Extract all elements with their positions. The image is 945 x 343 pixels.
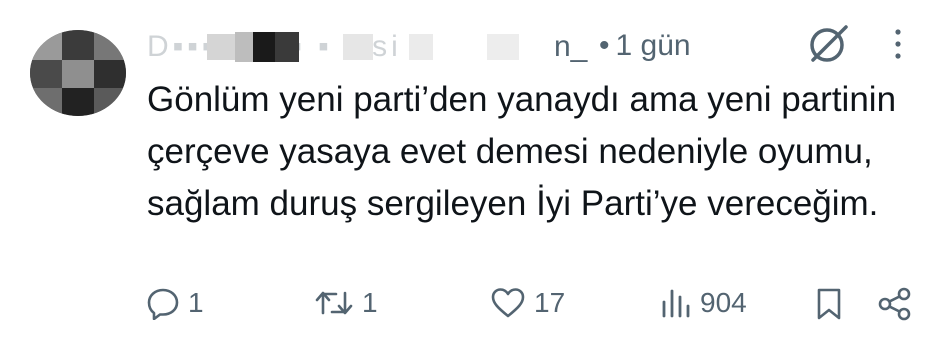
like-button[interactable]: 17 (490, 286, 565, 320)
author-name[interactable]: D▪▪▪▪ et▪▪ ▪ ▪ si n_ (147, 26, 593, 66)
like-count: 17 (534, 287, 566, 318)
retweet-count: 1 (362, 287, 378, 318)
reply-icon (146, 286, 180, 320)
reply-count: 1 (188, 287, 204, 318)
separator-dot: • (599, 29, 610, 62)
heart-icon (490, 286, 526, 320)
bookmark-button[interactable] (814, 286, 844, 322)
action-bar: 1 1 17 904 (0, 280, 945, 330)
retweet-button[interactable]: 1 (314, 286, 378, 320)
retweet-icon (314, 286, 354, 320)
share-icon (876, 286, 914, 322)
views-icon (660, 286, 692, 320)
reply-button[interactable]: 1 (146, 286, 204, 320)
tweet-text: Gönlüm yeni parti’den yanaydı ama yeni p… (147, 80, 897, 223)
timestamp[interactable]: 1 gün (616, 29, 691, 63)
avatar[interactable] (30, 30, 126, 116)
view-count: 904 (700, 287, 747, 318)
views-button[interactable]: 904 (660, 286, 747, 320)
bookmark-icon (814, 286, 844, 322)
tweet-header: D▪▪▪▪ et▪▪ ▪ ▪ si n_ • 1 gün (147, 24, 691, 68)
more-dots-icon[interactable] (890, 26, 906, 62)
grok-icon[interactable] (806, 22, 850, 66)
author-handle: n_ (554, 30, 588, 63)
share-button[interactable] (876, 286, 914, 322)
